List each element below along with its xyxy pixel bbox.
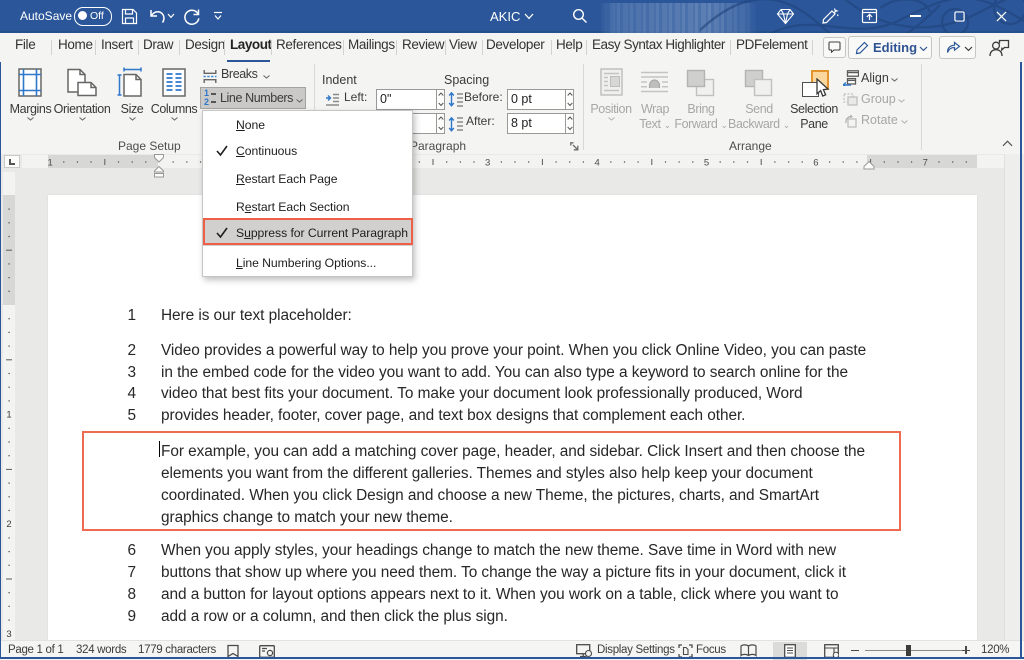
- svg-text:3: 3: [6, 629, 11, 640]
- svg-text:4: 4: [594, 158, 599, 169]
- svg-text:1: 1: [6, 410, 11, 421]
- svg-text:7: 7: [923, 158, 928, 169]
- svg-text:2: 2: [6, 519, 11, 530]
- svg-text:3: 3: [485, 158, 490, 169]
- svg-text:6: 6: [813, 158, 818, 169]
- svg-text:5: 5: [704, 158, 709, 169]
- svg-text:1: 1: [47, 158, 52, 169]
